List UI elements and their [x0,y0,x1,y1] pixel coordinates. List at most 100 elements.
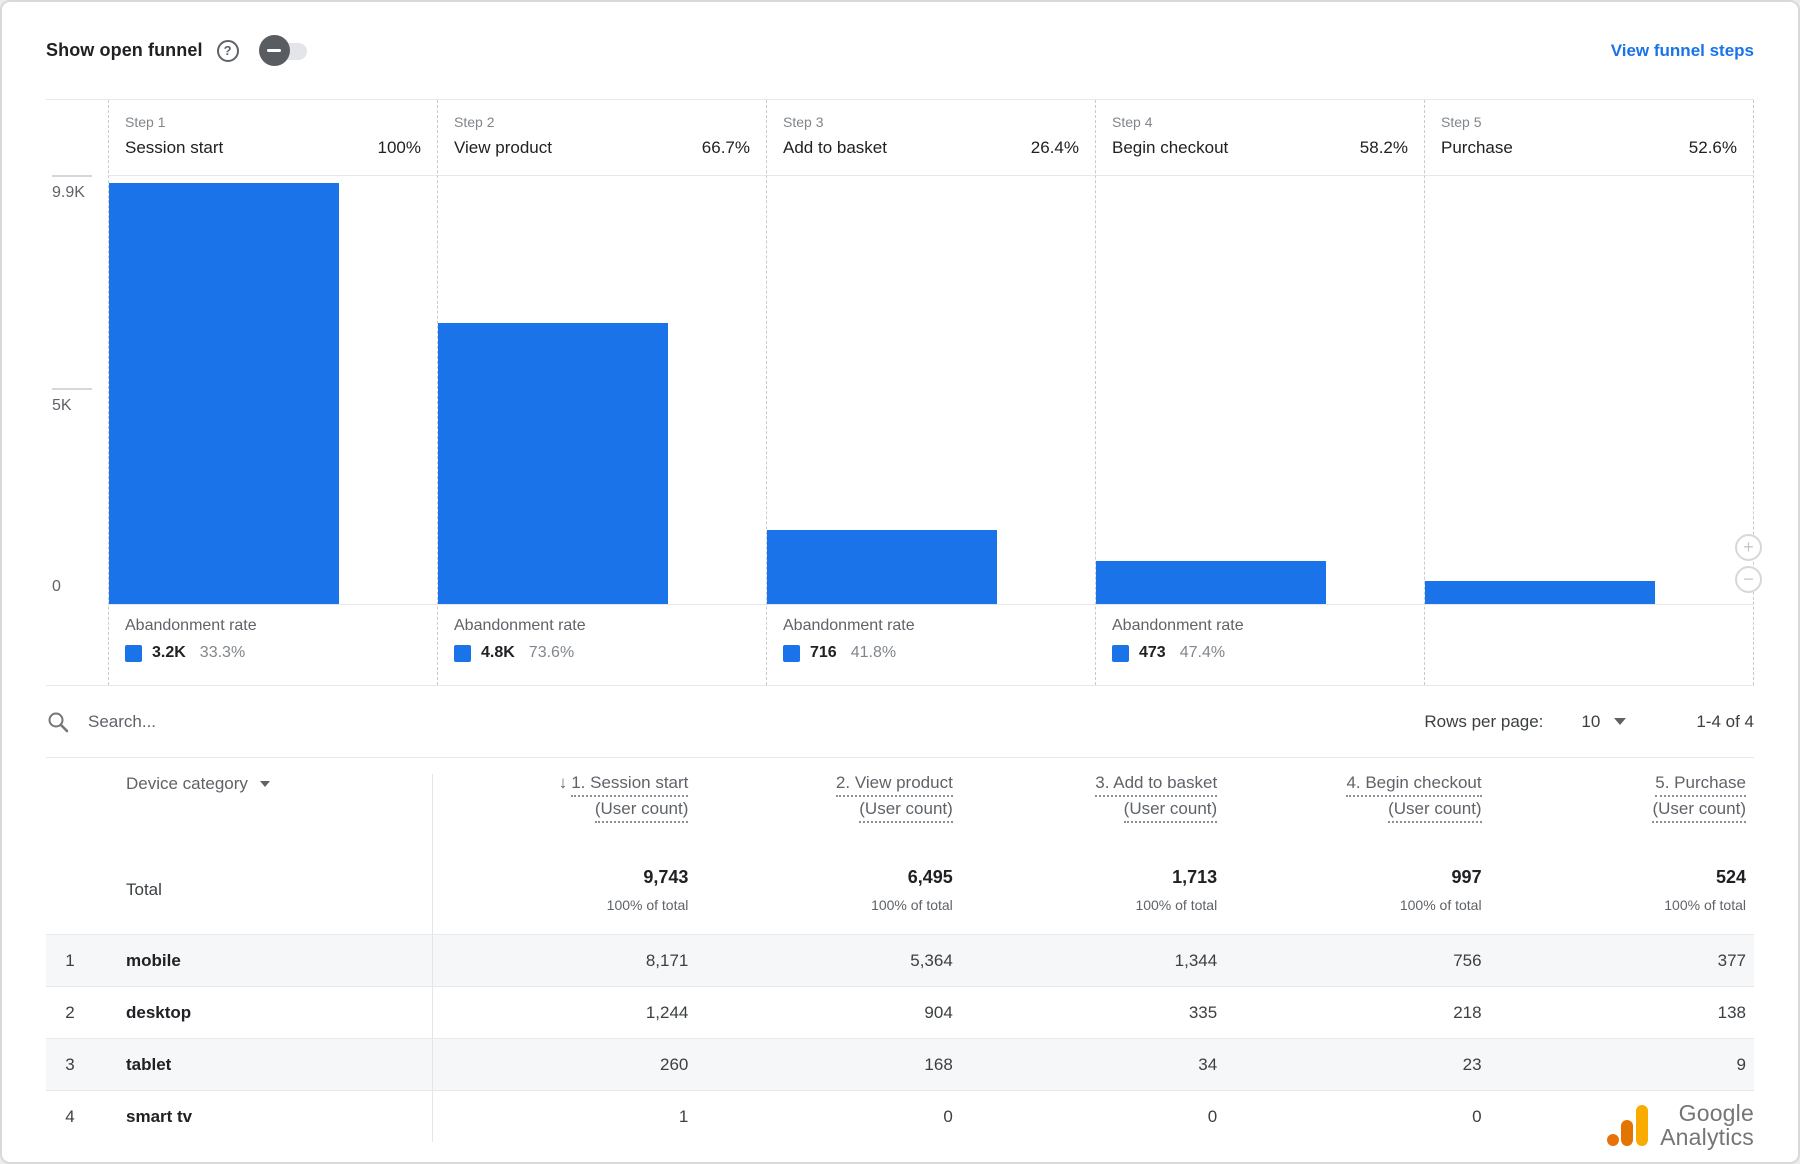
cell-value: 1,244 [432,987,696,1038]
table-toolbar: Rows per page: 10 1-4 of 4 [46,686,1754,758]
row-index: 3 [65,1054,75,1074]
y-axis-tick-label: 9.9K [52,184,85,201]
device-category-caret-icon [259,781,270,787]
step-number-label: Step 5 [1441,114,1482,130]
cell-value: 904 [924,1002,953,1022]
total-value: 6,495 [907,867,953,887]
total-subtext: 100% of total [1399,897,1482,913]
step-percent: 26.4% [1030,138,1079,157]
help-icon[interactable]: ? [216,39,239,62]
search-input[interactable] [88,711,508,732]
toggle-knob-minus-icon [258,34,290,66]
cell-value: 0 [943,1106,953,1126]
cell-value: 377 [1717,950,1746,970]
view-funnel-steps-link[interactable]: View funnel steps [1611,41,1754,61]
total-subtext: 100% of total [606,897,689,913]
table-row-tablet: 3 tablet 260 168 34 23 9 [46,1038,1754,1090]
table-row-mobile: 1 mobile 8,171 5,364 1,344 756 377 [46,934,1754,986]
abandonment-label: Abandonment rate [125,617,257,634]
funnel-bar[interactable] [109,182,339,604]
column-header-view-product[interactable]: 2. View product (User count) [696,774,960,826]
cell-value: 335 [1188,1002,1218,1022]
abandonment-count: 473 [1139,644,1166,661]
table-header-row: Device category ↓ 1. Session start (User … [46,758,1754,846]
funnel-columns: Step 1 Session start 100% Abandonment ra… [108,100,1754,685]
cell-value: 5,364 [910,950,953,970]
step-header: Step 4 Begin checkout 58.2% [1096,100,1424,175]
google-analytics-bars-icon [1607,1105,1649,1147]
step-header: Step 2 View product 66.7% [438,100,766,175]
abandonment-rate: 47.4% [1179,644,1226,661]
zoom-in-button[interactable]: + [1735,534,1762,561]
chart-zoom-controls: + − [1735,534,1762,593]
cell-value: 168 [924,1054,953,1074]
cell-value: 138 [1717,1002,1746,1022]
table-row-desktop: 2 desktop 1,244 904 335 218 138 [46,986,1754,1038]
breakdown-table: Device category ↓ 1. Session start (User … [46,758,1754,1150]
total-value: 9,743 [643,867,689,887]
abandonment-count: 4.8K [481,644,515,661]
abandonment-label: Abandonment rate [1112,617,1244,634]
table-row-smart-tv: 4 smart tv 1 0 0 0 Google Analytics [46,1090,1754,1150]
cell-value: 756 [1453,950,1482,970]
row-index: 2 [65,1002,75,1022]
step-percent: 52.6% [1688,138,1737,157]
step-number-label: Step 2 [454,114,495,130]
zoom-out-button[interactable]: − [1735,566,1762,593]
abandonment-panel-empty [1425,605,1753,685]
search-icon [48,712,69,732]
step-number-label: Step 3 [783,114,824,130]
step-number-label: Step 1 [125,114,166,130]
funnel-bar[interactable] [1096,560,1326,604]
funnel-step-column-1: Step 1 Session start 100% Abandonment ra… [108,100,437,685]
funnel-exploration-card: Show open funnel ? View funnel steps 9.9… [0,0,1800,1164]
rows-per-page-label: Rows per page: [1424,711,1544,731]
funnel-step-column-5: Step 5 Purchase 52.6% [1424,100,1754,685]
total-subtext: 100% of total [1135,897,1218,913]
total-subtext: 100% of total [871,897,953,913]
device-category-header[interactable]: Device category [94,774,432,794]
funnel-step-column-3: Step 3 Add to basket 26.4% Abandonment r… [766,100,1095,685]
total-value: 1,713 [1172,867,1218,887]
legend-swatch-icon [1112,644,1129,662]
abandonment-label: Abandonment rate [454,617,586,634]
funnel-bar[interactable] [767,529,997,604]
device-name: mobile [126,950,181,970]
abandonment-rate: 73.6% [528,644,575,661]
legend-swatch-icon [783,644,800,662]
show-open-funnel-toggle[interactable] [258,34,309,66]
device-name: desktop [126,1002,192,1022]
abandonment-panel: Abandonment rate 3.2K 33.3% [109,605,437,685]
total-subtext: 100% of total [1664,897,1746,913]
cell-value: 34 [1198,1054,1218,1074]
rows-per-page-value[interactable]: 10 [1581,712,1600,732]
step-name: View product [454,138,552,157]
column-header-session-start[interactable]: ↓ 1. Session start (User count) [432,774,696,846]
rows-per-page-caret-icon[interactable] [1614,718,1627,725]
cell-value: 260 [432,1039,696,1090]
y-axis-tick-label: 5K [52,397,72,414]
funnel-step-column-2: Step 2 View product 66.7% Abandonment ra… [437,100,766,685]
y-gridline-tick [52,175,92,177]
abandonment-rate: 33.3% [199,644,246,661]
abandonment-label: Abandonment rate [783,617,915,634]
cell-value: 8,171 [432,935,696,986]
table-total-row: Total 9,743 100% of total 6,495 100% of … [46,846,1754,934]
funnel-bar[interactable] [1425,581,1655,604]
abandonment-rate: 41.8% [850,644,897,661]
y-gridline-tick [52,388,92,390]
funnel-chart: 9.9K 5K 0 Step 1 Session start 100% Aban [46,99,1762,686]
cell-value: 0 [1472,1106,1482,1126]
total-value: 997 [1451,867,1482,887]
row-index: 1 [65,950,75,970]
column-header-add-to-basket[interactable]: 3. Add to basket (User count) [961,774,1225,826]
abandonment-panel: Abandonment rate 473 47.4% [1096,605,1424,685]
column-header-begin-checkout[interactable]: 4. Begin checkout (User count) [1225,774,1489,826]
cell-value: 23 [1462,1054,1482,1074]
cell-value: 1 [432,1091,696,1142]
step-plot-area [109,175,437,605]
column-header-purchase[interactable]: 5. Purchase (User count) [1490,774,1754,826]
funnel-bar[interactable] [438,323,668,604]
device-name: tablet [126,1054,172,1074]
step-header: Step 5 Purchase 52.6% [1425,100,1753,175]
